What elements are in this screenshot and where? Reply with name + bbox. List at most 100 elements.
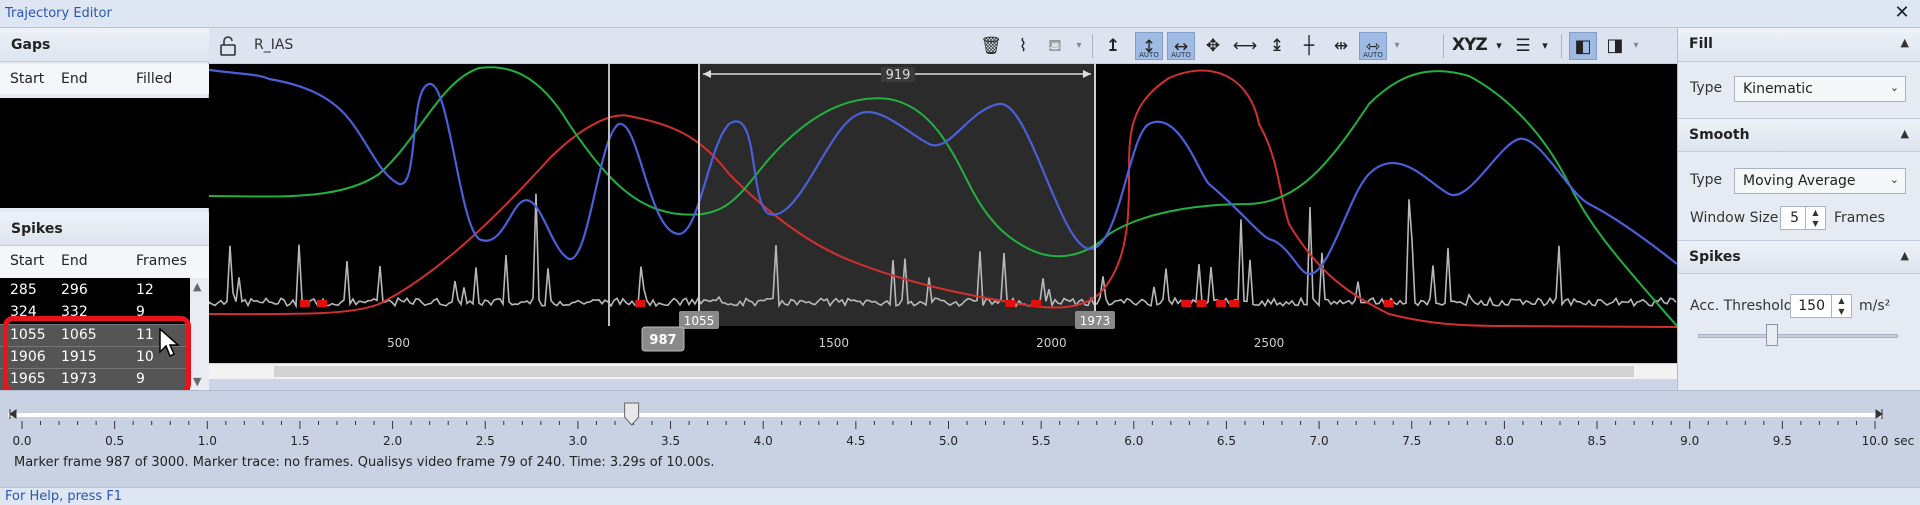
gaps-header[interactable]: Gaps	[0, 28, 209, 62]
threshold-slider-track[interactable]	[1698, 334, 1898, 338]
smooth-title: Smooth	[1689, 127, 1750, 143]
fill-icon[interactable]: ⌇	[1009, 32, 1037, 60]
collapse-icon[interactable]: ▲	[1901, 249, 1909, 262]
xyz-dropdown-icon[interactable]: ▾	[1491, 32, 1507, 60]
spinner-arrows-icon[interactable]: ▲ ▼	[1805, 207, 1825, 229]
timeline-ruler[interactable]: 0.0 0.5 1.0 1.5 2.0 2.5 3.0 3.5 4.0 4.5 5.0 5.5 6.0 6…	[0, 391, 1920, 451]
plot-scrollbar-thumb[interactable]	[274, 366, 1634, 377]
selection-width-label: 919	[886, 68, 911, 83]
window-size-spinner[interactable]: 5 ▲ ▼	[1780, 206, 1826, 230]
panel-dropdown-icon[interactable]: ▾	[1629, 32, 1643, 60]
spikes-col-frames[interactable]: Frames	[136, 253, 187, 269]
scroll-up-icon[interactable]: ▲	[193, 280, 201, 293]
window-title: Trajectory Editor	[5, 6, 112, 21]
fill-type-select[interactable]: Kinematic ⌄	[1734, 76, 1906, 102]
chevron-down-icon: ⌄	[1889, 81, 1899, 94]
timeline-tick-label: 9.0	[1680, 434, 1699, 448]
spike-row[interactable]: 324 332 9	[0, 302, 190, 324]
gaps-column-header: Start End Filled	[0, 64, 209, 94]
paint-bucket-icon[interactable]: ⛾	[1041, 32, 1069, 60]
spike-marker[interactable]	[1196, 300, 1207, 307]
zoom-y-icon[interactable]: ↨	[1263, 32, 1291, 60]
gaps-col-filled[interactable]: Filled	[136, 71, 172, 87]
spike-marker[interactable]	[1229, 300, 1240, 307]
window-size-value: 5	[1790, 210, 1799, 226]
trajectory-plot[interactable]: 919 1055 1973 987 500 1500 2000 2500	[209, 64, 1677, 379]
spike-marker[interactable]	[635, 300, 646, 307]
crosshair-icon[interactable]: ┼	[1295, 32, 1323, 60]
spike-marker[interactable]	[300, 300, 311, 307]
help-bar: For Help, press F1	[0, 487, 1920, 505]
timeline-thumb-handle[interactable]	[624, 402, 640, 426]
xyz-selector[interactable]: XYZ	[1452, 35, 1488, 55]
spike-cell-end: 332	[61, 304, 88, 320]
spike-cell-end: 1915	[61, 349, 97, 365]
spike-marker[interactable]	[1181, 300, 1192, 307]
trash-icon[interactable]: 🗑	[977, 32, 1005, 60]
toolbar-divider	[1561, 34, 1562, 58]
range-icon[interactable]: ⇹	[1327, 32, 1355, 60]
spikes-settings-header[interactable]: Spikes ▲	[1678, 240, 1920, 274]
legend-dropdown-icon[interactable]: ▾	[1537, 32, 1553, 60]
mouse-cursor-icon	[159, 328, 180, 358]
timeline-tick-label: 5.0	[939, 434, 958, 448]
timeline-tick-label: 3.5	[661, 434, 680, 448]
threshold-spinner[interactable]: 150 ▲ ▼	[1790, 294, 1852, 318]
spike-marker[interactable]	[1005, 300, 1016, 307]
auto-scale-x-icon[interactable]: ↔ AUTO	[1167, 32, 1195, 60]
selection-end-label: 1973	[1080, 314, 1111, 328]
spikes-header[interactable]: Spikes	[0, 212, 209, 246]
current-frame-label: 987	[649, 333, 676, 348]
auto-range-icon[interactable]: ⇿ AUTO	[1359, 32, 1387, 60]
spike-row[interactable]: 1965 1973 9	[0, 368, 190, 390]
smooth-header[interactable]: Smooth ▲	[1678, 118, 1920, 152]
spinner-arrows-icon[interactable]: ▲ ▼	[1831, 295, 1851, 317]
fill-type-value: Kinematic	[1743, 81, 1813, 97]
selection-start-label: 1055	[684, 314, 715, 328]
gaps-col-start[interactable]: Start	[10, 71, 44, 87]
close-icon[interactable]: ✕	[1892, 3, 1912, 23]
spikes-settings-title: Spikes	[1689, 249, 1741, 265]
threshold-label: Acc. Threshold	[1690, 298, 1793, 314]
timeline-end-icon[interactable]	[1875, 409, 1883, 419]
scroll-down-icon[interactable]: ▼	[193, 375, 201, 388]
plot-canvas[interactable]: 919 1055 1973 987 500 1500 2000 2500	[209, 64, 1677, 379]
panel-left-icon[interactable]: ◧	[1569, 32, 1597, 60]
timeline-start-icon[interactable]	[9, 409, 17, 419]
gaps-list[interactable]	[0, 98, 209, 208]
spike-cell-frames: 10	[136, 349, 154, 365]
move-icon[interactable]: ✥	[1199, 32, 1227, 60]
smooth-type-select[interactable]: Moving Average ⌄	[1734, 168, 1906, 194]
lock-icon[interactable]	[217, 35, 239, 57]
spikes-scrollbar[interactable]: ▲ ▼	[190, 278, 209, 390]
timeline-tick-label: 0.0	[12, 434, 31, 448]
timeline-tick-label: 7.0	[1310, 434, 1329, 448]
threshold-slider-thumb[interactable]	[1766, 324, 1778, 346]
timeline: 0.0 0.5 1.0 1.5 2.0 2.5 3.0 3.5 4.0 4.5 5.0 5.5 6.0 6…	[0, 390, 1920, 487]
collapse-icon[interactable]: ▲	[1901, 36, 1909, 49]
spike-marker[interactable]	[1216, 300, 1227, 307]
paint-dropdown-icon[interactable]: ▾	[1071, 32, 1087, 60]
spike-marker[interactable]	[317, 300, 328, 307]
chevron-down-icon: ⌄	[1889, 173, 1899, 186]
plot-scrollbar[interactable]	[209, 363, 1677, 379]
x-tick-label: 1500	[819, 336, 850, 350]
spike-marker[interactable]	[1383, 300, 1394, 307]
fill-header[interactable]: Fill ▲	[1678, 28, 1920, 62]
legend-list-icon[interactable]: ☰	[1509, 32, 1537, 60]
y-axis-icon[interactable]: ↥	[1099, 32, 1127, 60]
range-dropdown-icon[interactable]: ▾	[1389, 32, 1405, 60]
gaps-col-end[interactable]: End	[61, 71, 88, 87]
timeline-tick-label: 2.0	[383, 434, 402, 448]
spike-marker[interactable]	[1031, 300, 1042, 307]
collapse-icon[interactable]: ▲	[1901, 127, 1909, 140]
spikes-col-start[interactable]: Start	[10, 253, 44, 269]
spike-row[interactable]: 285 296 12	[0, 280, 190, 302]
timeline-thumb[interactable]	[624, 402, 640, 426]
zoom-x-icon[interactable]: ⟷	[1231, 32, 1259, 60]
timeline-tick-label: 9.5	[1773, 434, 1792, 448]
window-size-label: Window Size	[1690, 210, 1779, 226]
spikes-col-end[interactable]: End	[61, 253, 88, 269]
panel-right-icon[interactable]: ◨	[1601, 32, 1629, 60]
auto-scale-y-icon[interactable]: ↕ AUTO	[1135, 32, 1163, 60]
